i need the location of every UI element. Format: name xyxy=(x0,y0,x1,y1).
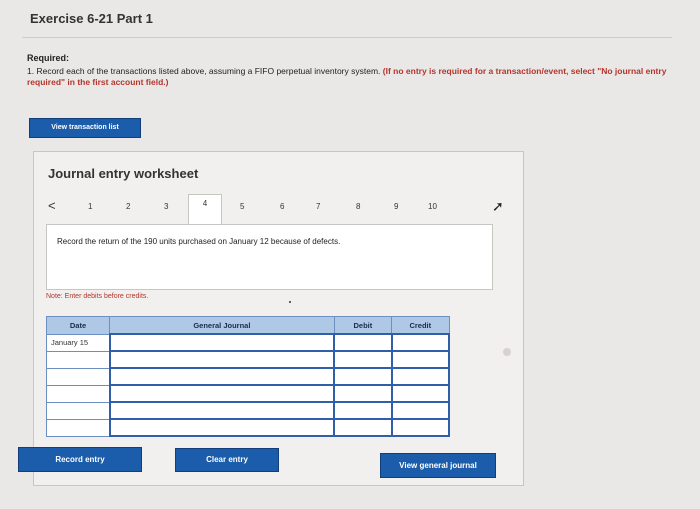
date-cell xyxy=(45,367,111,386)
mouse-cursor-icon: ➚ xyxy=(492,198,504,214)
transaction-prompt: Record the return of the 190 units purch… xyxy=(57,237,341,246)
date-header: Date xyxy=(45,316,111,335)
debit-field[interactable] xyxy=(333,418,393,437)
credit-field[interactable] xyxy=(390,333,451,352)
instruction-main: 1. Record each of the transactions liste… xyxy=(27,66,383,76)
credit-field[interactable] xyxy=(390,401,451,420)
scroll-indicator xyxy=(503,348,511,356)
general-journal-header: General Journal xyxy=(109,316,335,335)
date-cell: January 15 xyxy=(45,333,111,352)
page-title: Exercise 6-21 Part 1 xyxy=(30,11,153,26)
transaction-tabs: < 1 2 3 4 5 6 7 8 9 10 xyxy=(44,194,514,224)
account-field[interactable] xyxy=(108,401,336,420)
credit-header: Credit xyxy=(391,316,450,335)
required-label: Required: xyxy=(27,53,70,63)
debit-field[interactable] xyxy=(333,367,393,386)
debit-field[interactable] xyxy=(333,384,393,403)
table-row xyxy=(45,401,451,420)
tab-8[interactable]: 8 xyxy=(356,202,360,211)
debits-note: Note: Enter debits before credits. xyxy=(46,293,149,300)
date-cell xyxy=(45,350,111,369)
debit-field[interactable] xyxy=(333,333,393,352)
date-cell xyxy=(45,418,111,437)
credit-field[interactable] xyxy=(390,418,451,437)
table-row: January 15 xyxy=(45,333,451,352)
journal-table: Date General Journal Debit Credit Januar… xyxy=(45,316,451,437)
clear-entry-button[interactable]: Clear entry xyxy=(175,448,279,472)
date-cell xyxy=(45,401,111,420)
table-row xyxy=(45,384,451,403)
tab-6[interactable]: 6 xyxy=(280,202,284,211)
account-field[interactable] xyxy=(108,418,336,437)
debit-header: Debit xyxy=(333,316,393,335)
account-field[interactable] xyxy=(108,333,336,352)
tab-4[interactable]: 4 xyxy=(188,194,222,224)
transaction-prompt-box: Record the return of the 190 units purch… xyxy=(46,224,493,290)
table-row xyxy=(45,418,451,437)
table-row xyxy=(45,367,451,386)
table-row xyxy=(45,350,451,369)
credit-field[interactable] xyxy=(390,384,451,403)
account-field[interactable] xyxy=(108,384,336,403)
tab-5[interactable]: 5 xyxy=(240,202,244,211)
instructions: 1. Record each of the transactions liste… xyxy=(27,66,677,88)
title-divider xyxy=(22,37,672,38)
account-field[interactable] xyxy=(108,350,336,369)
view-general-journal-button[interactable]: View general journal xyxy=(380,453,496,478)
tab-3[interactable]: 3 xyxy=(164,202,168,211)
prev-arrow-icon[interactable]: < xyxy=(48,198,56,213)
credit-field[interactable] xyxy=(390,350,451,369)
record-entry-button[interactable]: Record entry xyxy=(18,447,142,472)
date-cell xyxy=(45,384,111,403)
tab-10[interactable]: 10 xyxy=(428,202,437,211)
tab-9[interactable]: 9 xyxy=(394,202,398,211)
tab-1[interactable]: 1 xyxy=(88,202,92,211)
view-transaction-list-button[interactable]: View transaction list xyxy=(29,118,141,138)
debit-field[interactable] xyxy=(333,401,393,420)
tab-7[interactable]: 7 xyxy=(316,202,320,211)
credit-field[interactable] xyxy=(390,367,451,386)
debit-field[interactable] xyxy=(333,350,393,369)
journal-entry-worksheet: Journal entry worksheet < 1 2 3 4 5 6 7 … xyxy=(33,151,524,486)
stray-dot xyxy=(289,301,291,303)
tab-2[interactable]: 2 xyxy=(126,202,130,211)
account-field[interactable] xyxy=(108,367,336,386)
worksheet-title: Journal entry worksheet xyxy=(48,166,199,181)
